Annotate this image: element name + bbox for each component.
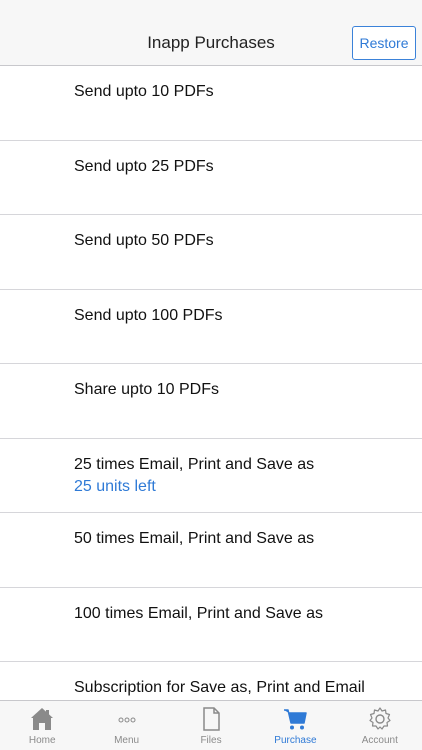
item-label: 25 times Email, Print and Save as	[74, 455, 315, 473]
purchase-list[interactable]: Send upto 10 PDFs Send upto 25 PDFs Send…	[0, 66, 422, 700]
tab-home[interactable]: Home	[0, 701, 84, 750]
item-label: 50 times Email, Print and Save as	[74, 530, 315, 547]
list-item[interactable]: Send upto 50 PDFs	[0, 215, 422, 290]
item-label: Subscription for Save as, Print and Emai…	[74, 679, 365, 696]
file-icon	[203, 707, 220, 731]
item-label: Send upto 25 PDFs	[74, 157, 214, 175]
list-item[interactable]: Send upto 10 PDFs	[0, 66, 422, 141]
item-label: 100 times Email, Print and Save as	[74, 604, 324, 622]
tab-files[interactable]: Files	[169, 701, 253, 750]
tab-menu[interactable]: Menu	[84, 701, 168, 750]
tab-label: Purchase	[274, 735, 317, 746]
tab-label: Account	[361, 735, 398, 746]
item-label: Send upto 10 PDFs	[74, 83, 214, 100]
tab-purchase[interactable]: Purchase	[253, 701, 337, 750]
list-item[interactable]: Send upto 100 PDFs	[0, 290, 422, 364]
tab-label: Files	[200, 735, 222, 746]
item-label: Share upto 10 PDFs	[74, 381, 219, 398]
gear-icon	[369, 707, 391, 730]
list-item[interactable]: 25 times Email, Print and Save as 25 uni…	[0, 439, 422, 513]
navigation-bar: Inapp Purchases Restore	[0, 0, 422, 66]
home-icon	[31, 708, 54, 730]
item-label: Send upto 50 PDFs	[74, 232, 214, 249]
item-label: Send upto 100 PDFs	[74, 306, 223, 324]
list-item[interactable]: Subscription for Save as, Print and Emai…	[0, 662, 422, 700]
restore-button[interactable]: Restore	[352, 26, 416, 60]
list-item[interactable]: 100 times Email, Print and Save as	[0, 588, 422, 662]
units-left-label: 25 units left	[74, 477, 156, 495]
list-item[interactable]: 50 times Email, Print and Save as	[0, 513, 422, 588]
tab-bar: Home Menu Files Purchase Account	[0, 700, 422, 750]
cart-icon	[284, 709, 308, 730]
tab-account[interactable]: Account	[338, 701, 422, 750]
more-icon	[118, 717, 136, 723]
list-item[interactable]: Send upto 25 PDFs	[0, 141, 422, 215]
tab-label: Menu	[114, 735, 140, 746]
list-item[interactable]: Share upto 10 PDFs	[0, 364, 422, 439]
tab-label: Home	[28, 735, 56, 746]
